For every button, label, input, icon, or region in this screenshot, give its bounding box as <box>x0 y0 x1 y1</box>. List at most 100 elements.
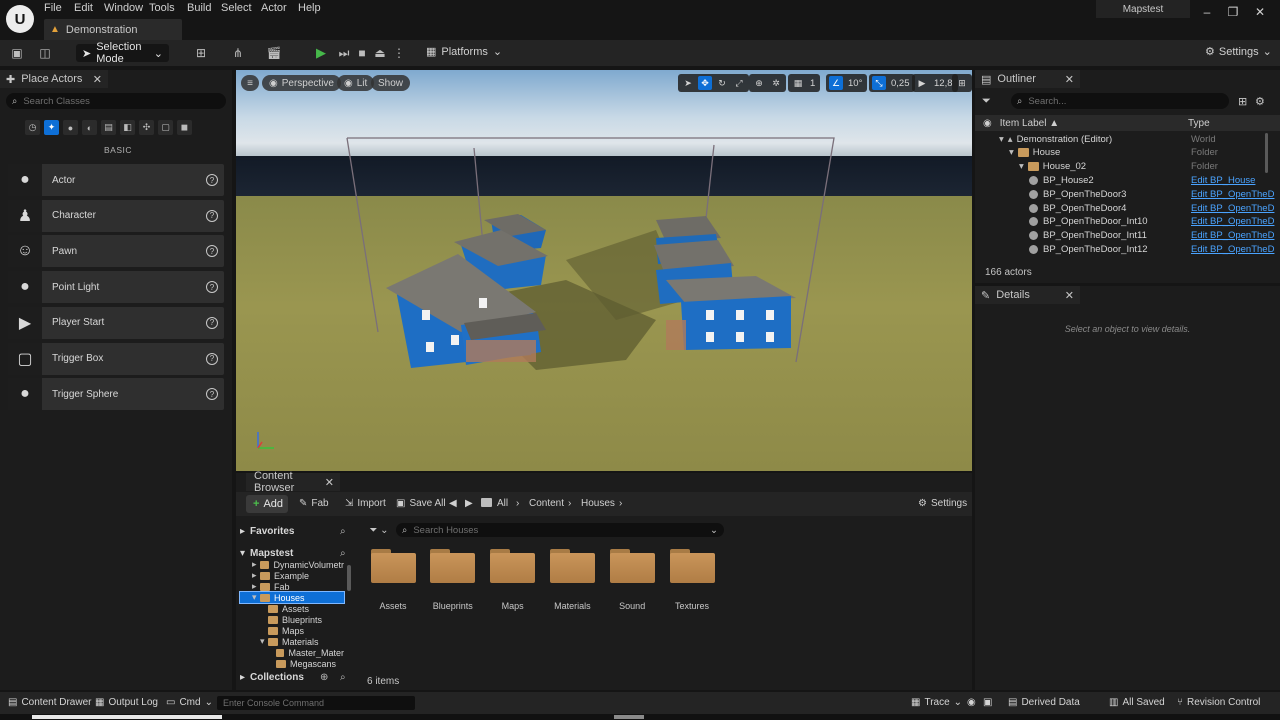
asset-folder-tile[interactable]: Blueprints <box>425 549 481 613</box>
chevron-down-icon[interactable]: ▾ <box>1019 161 1024 172</box>
breadcrumb-houses[interactable]: Houses <box>581 498 615 509</box>
source-folder[interactable]: Blueprints <box>240 614 344 625</box>
derived-data-button[interactable]: ▤ Derived Data <box>1008 697 1080 708</box>
geometry-icon[interactable]: ✣ <box>139 120 154 135</box>
outliner-item-type[interactable]: Edit BP_House <box>1191 175 1255 186</box>
class-search-input[interactable]: ⌕ Search Classes <box>6 93 226 109</box>
eject-icon[interactable]: ⏏︎ <box>371 45 389 61</box>
asset-folder-tile[interactable]: Sound <box>604 549 660 613</box>
content-browser-settings[interactable]: ⚙ Settings <box>918 498 967 509</box>
add-collection-icon[interactable]: ⊕ <box>320 672 328 683</box>
recent-icon[interactable]: ◷ <box>25 120 40 135</box>
cmd-dropdown[interactable]: ▭ Cmd ⌄ <box>166 697 213 708</box>
filter-icon[interactable]: ⏷ ⌄ <box>367 523 391 537</box>
minimize-icon[interactable]: – <box>1196 4 1218 20</box>
menu-tools[interactable]: Tools <box>149 2 175 16</box>
actor-item-player-start[interactable]: ▶ Player Start? <box>8 306 224 339</box>
outliner-item-type[interactable]: Edit BP_OpenTheD <box>1191 203 1274 214</box>
chevron-icon[interactable]: ▾ <box>260 636 268 647</box>
outliner-row[interactable]: BP_OpenTheDoor_Int11 Edit BP_OpenTheD <box>975 229 1274 243</box>
actor-item-actor[interactable]: ● Actor? <box>8 164 224 196</box>
outliner-item-type[interactable]: Edit BP_OpenTheD <box>1191 244 1274 255</box>
document-tab[interactable]: ▲ Demonstration <box>44 19 182 40</box>
unreal-logo-icon[interactable]: U <box>6 5 34 33</box>
close-icon[interactable]: ✕ <box>1065 73 1074 86</box>
outliner-item-type[interactable]: Edit BP_OpenTheD <box>1191 216 1274 227</box>
asset-folder-tile[interactable]: Textures <box>664 549 720 613</box>
asset-search-input[interactable]: ⌕ Search Houses ⌄ <box>396 523 724 537</box>
help-icon[interactable]: ? <box>206 316 218 329</box>
add-actor-icon[interactable]: ⊞ <box>192 45 210 61</box>
actor-item-character[interactable]: ♟ Character? <box>8 199 224 232</box>
outliner-row[interactable]: BP_OpenTheDoor_Int10 Edit BP_OpenTheD <box>975 215 1274 229</box>
save-icon[interactable]: ▣ <box>8 45 26 61</box>
camera-speed[interactable]: ▶ 12,8 <box>912 74 958 92</box>
content-drawer-button[interactable]: ▤ Content Drawer <box>8 697 91 708</box>
more-options-icon[interactable]: ⋮ <box>390 45 408 61</box>
folder-icon[interactable] <box>481 498 496 510</box>
fab-button[interactable]: ✎ Fab <box>299 498 329 509</box>
asset-folder-tile[interactable]: Maps <box>485 549 541 613</box>
asset-folder-tile[interactable]: Assets <box>365 549 421 613</box>
help-icon[interactable]: ? <box>206 245 218 258</box>
close-window-icon[interactable]: ✕ <box>1249 4 1271 20</box>
visibility-icon[interactable]: ◉ <box>983 118 992 129</box>
asset-folder-tile[interactable]: Materials <box>544 549 600 613</box>
platforms-button[interactable]: ▦ Platforms ⌄ <box>426 45 502 59</box>
import-button[interactable]: ⇲ Import <box>345 498 386 509</box>
outliner-scrollbar[interactable] <box>1265 133 1268 173</box>
revision-control-button[interactable]: ⑂ Revision Control <box>1177 697 1260 708</box>
item-label-column[interactable]: Item Label ▲ <box>1000 118 1059 129</box>
basic-icon[interactable]: ✦ <box>44 120 59 135</box>
menu-window[interactable]: Window <box>104 2 143 16</box>
all-saved-button[interactable]: ▥ All Saved <box>1109 697 1165 708</box>
outliner-row[interactable]: ▾ ▴ Demonstration (Editor) World <box>975 132 1265 146</box>
all-classes-icon[interactable]: ◼ <box>177 120 192 135</box>
lights-icon[interactable]: ● <box>63 120 78 135</box>
help-icon[interactable]: ? <box>206 281 218 294</box>
screenshot-icon[interactable]: ▣ <box>983 697 992 708</box>
source-folder[interactable]: Assets <box>240 603 344 614</box>
outliner-search-input[interactable]: ⌕ Search... <box>1011 93 1229 109</box>
filter-icon[interactable]: ⏷ <box>982 95 991 108</box>
history-back-icon[interactable]: ◀ <box>449 498 457 509</box>
show-button[interactable]: Show <box>371 75 411 91</box>
actor-item-trigger-sphere[interactable]: ● Trigger Sphere? <box>8 378 224 411</box>
chevron-icon[interactable]: ▸ <box>252 559 260 570</box>
outliner-tab[interactable]: ▤ Outliner ✕ <box>975 70 1080 88</box>
selection-mode-dropdown[interactable]: ➤ Selection Mode ⌄ <box>76 41 169 65</box>
menu-build[interactable]: Build <box>187 2 211 16</box>
outliner-row[interactable]: BP_OpenTheDoor4 Edit BP_OpenTheD <box>975 201 1274 215</box>
world-space-icon[interactable]: ⊕ <box>752 76 766 90</box>
help-icon[interactable]: ? <box>206 352 218 365</box>
outliner-row[interactable]: BP_House2 Edit BP_House <box>975 173 1265 187</box>
scale-snap[interactable]: ⤡ 0,25 <box>869 74 915 92</box>
details-tab[interactable]: ✎ Details ✕ <box>975 286 1080 304</box>
menu-edit[interactable]: Edit <box>74 2 93 16</box>
source-folder[interactable]: Maps <box>240 625 344 636</box>
output-log-button[interactable]: ▦ Output Log <box>95 697 158 708</box>
source-folder[interactable]: ▸ DynamicVolumetr <box>240 559 344 570</box>
actor-item-trigger-box[interactable]: ▢ Trigger Box? <box>8 342 224 375</box>
breadcrumb-all[interactable]: All <box>497 498 508 509</box>
source-folder[interactable]: Megascans <box>240 658 344 669</box>
add-button[interactable]: + Add <box>246 495 288 513</box>
grid-snap[interactable]: ▦ 1 <box>788 74 821 92</box>
console-input[interactable]: Enter Console Command <box>217 696 415 710</box>
blueprint-icon[interactable]: ⋔ <box>229 45 247 61</box>
lit-button[interactable]: ◉ Lit <box>337 75 375 91</box>
add-folder-icon[interactable]: ⊞ <box>1238 95 1247 108</box>
select-tool-icon[interactable]: ➤ <box>681 76 695 90</box>
shapes-icon[interactable]: ◐ <box>82 120 97 135</box>
content-icon[interactable]: ◫ <box>36 45 54 61</box>
chevron-down-icon[interactable]: ▾ <box>1009 147 1014 158</box>
search-icon[interactable]: ⌕ <box>340 526 346 537</box>
cinematics-icon[interactable]: 🎬︎ <box>265 45 283 61</box>
place-actors-tab[interactable]: ✚ Place Actors ✕ <box>0 70 108 88</box>
visual-effects-icon[interactable]: ◧ <box>120 120 135 135</box>
chevron-icon[interactable]: ▸ <box>252 570 260 581</box>
trace-button[interactable]: ▦ Trace ⌄ <box>911 697 962 708</box>
outliner-row[interactable]: BP_OpenTheDoor_Int12 Edit BP_OpenTheD <box>975 242 1274 256</box>
type-column[interactable]: Type <box>1188 118 1210 129</box>
surface-snap-icon[interactable]: ✲ <box>769 76 783 90</box>
